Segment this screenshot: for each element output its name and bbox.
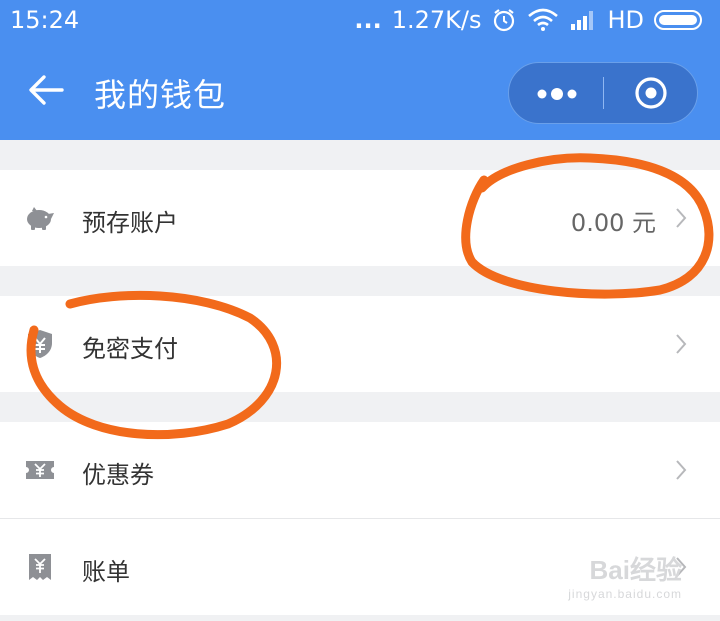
chevron-right-icon (676, 208, 687, 228)
list-item-label: 账单 (82, 558, 130, 586)
balance-value: 0.00 元 (570, 209, 656, 237)
list-item-label: 优惠券 (82, 461, 154, 489)
back-arrow-icon[interactable] (26, 70, 66, 110)
list-item-coupons[interactable]: 优惠券 (0, 422, 720, 518)
status-net-speed: 1.27K/s (391, 6, 482, 34)
mini-program-capsule (508, 62, 698, 124)
status-network-type: HD (607, 6, 644, 34)
watermark-url: jingyan.baidu.com (568, 587, 682, 601)
chevron-right-icon (676, 460, 687, 480)
signal-icon (571, 11, 594, 30)
status-bar: 15:24 ... 1.27K/s HD (0, 0, 720, 42)
bill-icon (29, 554, 51, 580)
piggy-bank-icon (27, 207, 54, 230)
shield-yuan-icon (28, 330, 52, 358)
list-item-label: 免密支付 (82, 335, 178, 363)
battery-icon (654, 10, 702, 30)
list-item-password-free-payment[interactable]: 免密支付 (0, 296, 720, 392)
watermark-logo: Bai经验 (589, 555, 682, 585)
coupon-icon (26, 461, 54, 479)
status-indicators: ... 1.27K/s HD (354, 6, 706, 34)
chevron-right-icon (676, 334, 687, 354)
nav-bar: 我的钱包 (0, 42, 720, 140)
alarm-icon (494, 9, 515, 32)
status-time: 15:24 (10, 6, 80, 34)
list-item-prepaid-account[interactable]: 预存账户 0.00 元 (0, 170, 720, 266)
list-item-label: 预存账户 (82, 209, 178, 237)
close-target-icon[interactable] (605, 63, 697, 123)
more-icon[interactable] (509, 63, 603, 123)
status-dots: ... (354, 6, 382, 34)
wifi-icon (528, 8, 559, 31)
page-title: 我的钱包 (94, 76, 227, 114)
baidu-jingyan-watermark: Bai经验 jingyan.baidu.com (568, 550, 682, 601)
capsule-divider (603, 77, 604, 109)
